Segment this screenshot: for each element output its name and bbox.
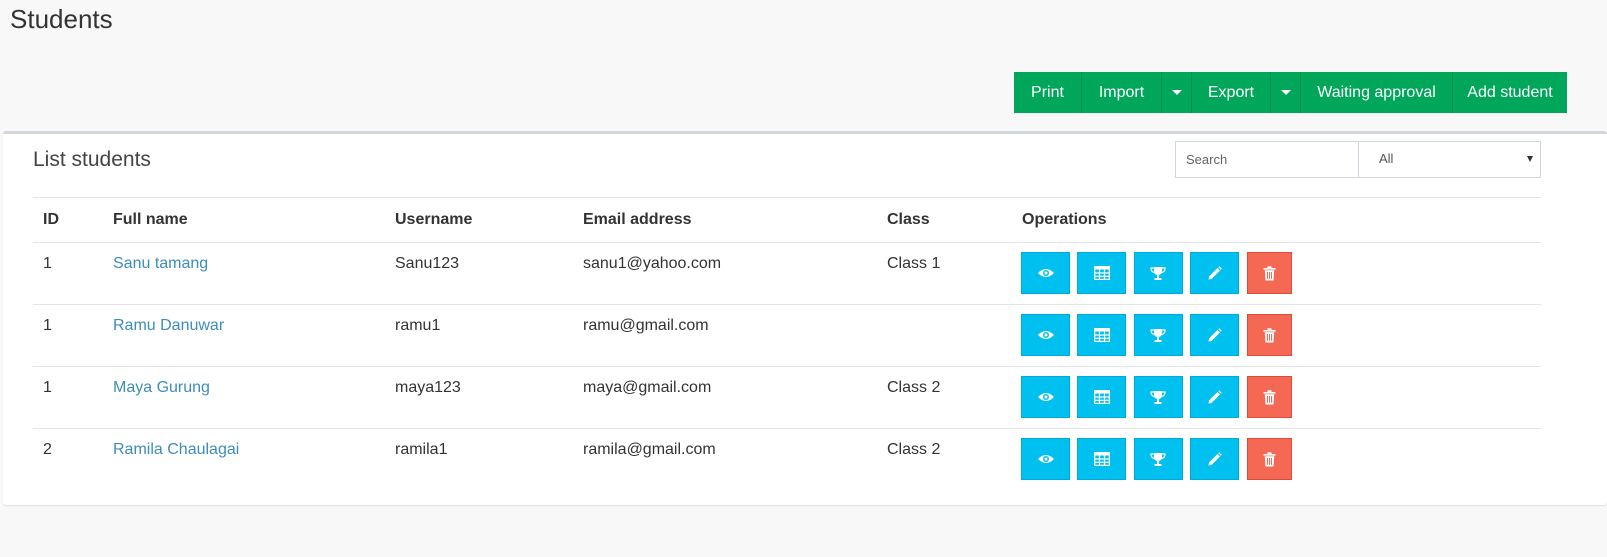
waiting-approval-button[interactable]: Waiting approval [1301,72,1453,113]
cell-fullname: Ramu Danuwar [103,304,385,367]
cell-username: ramu1 [385,304,573,367]
trash-icon [1263,451,1276,466]
cell-id: 1 [33,304,103,367]
view-button[interactable] [1021,314,1070,356]
import-button[interactable]: Import [1082,72,1162,113]
student-name-link[interactable]: Ramila Chaulagai [113,441,239,458]
cell-email: maya@gmail.com [573,366,877,429]
achievements-button[interactable] [1133,376,1183,418]
table-icon [1093,328,1110,342]
class-filter-value: All [1379,151,1394,166]
caret-down-icon [1280,90,1291,95]
cell-operations [1012,366,1541,429]
cell-username: maya123 [385,366,573,429]
students-table: ID Full name Username Email address Clas… [33,197,1541,491]
trash-icon [1263,389,1276,404]
import-dropdown-button[interactable] [1162,72,1192,113]
caret-down-icon [1527,156,1533,162]
add-student-button[interactable]: Add student [1453,72,1567,113]
cell-operations [1012,242,1541,305]
cell-email: sanu1@yahoo.com [573,242,877,305]
edit-button[interactable] [1190,314,1240,356]
trash-icon [1263,327,1276,342]
achievements-button[interactable] [1133,438,1183,480]
export-dropdown-button[interactable] [1271,72,1301,113]
table-icon [1093,266,1110,280]
trophy-icon [1150,390,1167,404]
cell-fullname: Ramila Chaulagai [103,428,385,491]
col-header-class: Class [877,197,1012,243]
delete-button[interactable] [1246,438,1292,480]
delete-button[interactable] [1246,252,1292,294]
table-header-row: ID Full name Username Email address Clas… [33,197,1541,243]
view-button[interactable] [1021,438,1070,480]
cell-email: ramu@gmail.com [573,304,877,367]
col-header-operations: Operations [1012,197,1541,243]
panel-title: List students [33,148,151,171]
col-header-email: Email address [573,197,877,243]
view-button[interactable] [1021,252,1070,294]
cell-username: Sanu123 [385,242,573,305]
caret-down-icon [1171,90,1182,95]
table-icon [1093,390,1110,404]
eye-icon [1037,331,1054,339]
col-header-fullname: Full name [103,197,385,243]
achievements-button[interactable] [1133,252,1183,294]
cell-id: 1 [33,242,103,305]
marks-table-button[interactable] [1077,314,1127,356]
cell-email: ramila@gmail.com [573,428,877,491]
page-title: Students [10,4,113,34]
marks-table-button[interactable] [1077,376,1127,418]
student-name-link[interactable]: Sanu tamang [113,255,208,272]
delete-button[interactable] [1246,314,1292,356]
cell-class [877,304,1012,367]
cell-id: 1 [33,366,103,429]
col-header-id: ID [33,197,103,243]
pencil-icon [1208,327,1223,341]
cell-class: Class 1 [877,242,1012,305]
student-name-link[interactable]: Maya Gurung [113,379,210,396]
search-input[interactable] [1175,141,1360,178]
cell-fullname: Maya Gurung [103,366,385,429]
cell-fullname: Sanu tamang [103,242,385,305]
class-filter-select[interactable]: All [1358,141,1541,178]
eye-icon [1037,393,1054,401]
table-row: 2 Ramila Chaulagai ramila1 ramila@gmail.… [33,428,1541,491]
col-header-username: Username [385,197,573,243]
edit-button[interactable] [1190,252,1240,294]
table-icon [1093,452,1110,466]
edit-button[interactable] [1190,438,1240,480]
trophy-icon [1150,266,1167,280]
student-name-link[interactable]: Ramu Danuwar [113,317,224,334]
eye-icon [1037,455,1054,463]
cell-operations [1012,304,1541,367]
marks-table-button[interactable] [1077,438,1127,480]
eye-icon [1037,269,1054,277]
cell-class: Class 2 [877,366,1012,429]
table-row: 1 Maya Gurung maya123 maya@gmail.com Cla… [33,366,1541,429]
cell-id: 2 [33,428,103,491]
edit-button[interactable] [1190,376,1240,418]
export-button[interactable]: Export [1192,72,1271,113]
cell-username: ramila1 [385,428,573,491]
trophy-icon [1150,328,1167,342]
marks-table-button[interactable] [1077,252,1127,294]
cell-class: Class 2 [877,428,1012,491]
pencil-icon [1208,265,1223,279]
toolbar: Print Import Export Waiting approval Add… [1014,72,1567,113]
achievements-button[interactable] [1133,314,1183,356]
table-row: 1 Ramu Danuwar ramu1 ramu@gmail.com [33,304,1541,367]
table-row: 1 Sanu tamang Sanu123 sanu1@yahoo.com Cl… [33,242,1541,305]
cell-operations [1012,428,1541,491]
view-button[interactable] [1021,376,1070,418]
students-panel: List students All ID Full name Username … [3,131,1607,505]
print-button[interactable]: Print [1014,72,1082,113]
pencil-icon [1208,451,1223,465]
pencil-icon [1208,389,1223,403]
delete-button[interactable] [1246,376,1292,418]
trash-icon [1263,265,1276,280]
trophy-icon [1150,452,1167,466]
